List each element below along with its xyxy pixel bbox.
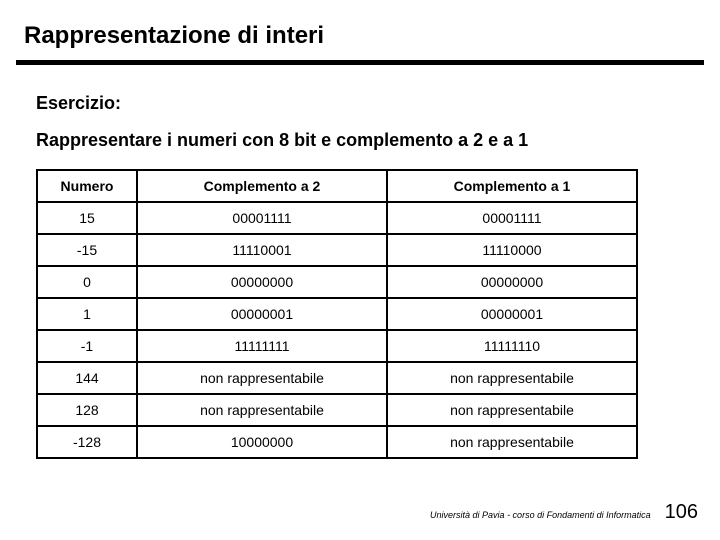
table-header: Numero [37, 170, 137, 202]
table-cell: 11111111 [137, 330, 387, 362]
table-row: -15 11110001 11110000 [37, 234, 637, 266]
footer-course: Università di Pavia - corso di Fondament… [430, 510, 651, 520]
slide-body: Esercizio: Rappresentare i numeri con 8 … [0, 65, 720, 459]
table-cell: non rappresentabile [137, 394, 387, 426]
table-cell: 15 [37, 202, 137, 234]
table-row: -128 10000000 non rappresentabile [37, 426, 637, 458]
table-row: 144 non rappresentabile non rappresentab… [37, 362, 637, 394]
table-header: Complemento a 1 [387, 170, 637, 202]
table-cell: 11111110 [387, 330, 637, 362]
table-cell: non rappresentabile [387, 362, 637, 394]
table-header: Complemento a 2 [137, 170, 387, 202]
table-cell: -15 [37, 234, 137, 266]
table-cell: 00001111 [387, 202, 637, 234]
table-cell: 00001111 [137, 202, 387, 234]
representation-table: Numero Complemento a 2 Complemento a 1 1… [36, 169, 638, 459]
table-row: -1 11111111 11111110 [37, 330, 637, 362]
footer-page-number: 106 [665, 501, 698, 524]
table-header-row: Numero Complemento a 2 Complemento a 1 [37, 170, 637, 202]
table-cell: 1 [37, 298, 137, 330]
table-cell: 128 [37, 394, 137, 426]
table-cell: non rappresentabile [137, 362, 387, 394]
page-title: Rappresentazione di interi [0, 0, 720, 60]
table-cell: 00000000 [137, 266, 387, 298]
table-cell: 144 [37, 362, 137, 394]
table-row: 0 00000000 00000000 [37, 266, 637, 298]
exercise-text: Rappresentare i numeri con 8 bit e compl… [36, 130, 684, 151]
table-cell: 11110001 [137, 234, 387, 266]
table-cell: 00000000 [387, 266, 637, 298]
table-cell: 00000001 [137, 298, 387, 330]
table-cell: non rappresentabile [387, 394, 637, 426]
table-cell: 0 [37, 266, 137, 298]
table-cell: 11110000 [387, 234, 637, 266]
table-row: 1 00000001 00000001 [37, 298, 637, 330]
footer: Università di Pavia - corso di Fondament… [430, 501, 698, 524]
table-row: 128 non rappresentabile non rappresentab… [37, 394, 637, 426]
slide: Rappresentazione di interi Esercizio: Ra… [0, 0, 720, 540]
table-cell: 10000000 [137, 426, 387, 458]
table-cell: 00000001 [387, 298, 637, 330]
exercise-label: Esercizio: [36, 93, 684, 114]
table-cell: -1 [37, 330, 137, 362]
table-cell: -128 [37, 426, 137, 458]
table-cell: non rappresentabile [387, 426, 637, 458]
table-row: 15 00001111 00001111 [37, 202, 637, 234]
